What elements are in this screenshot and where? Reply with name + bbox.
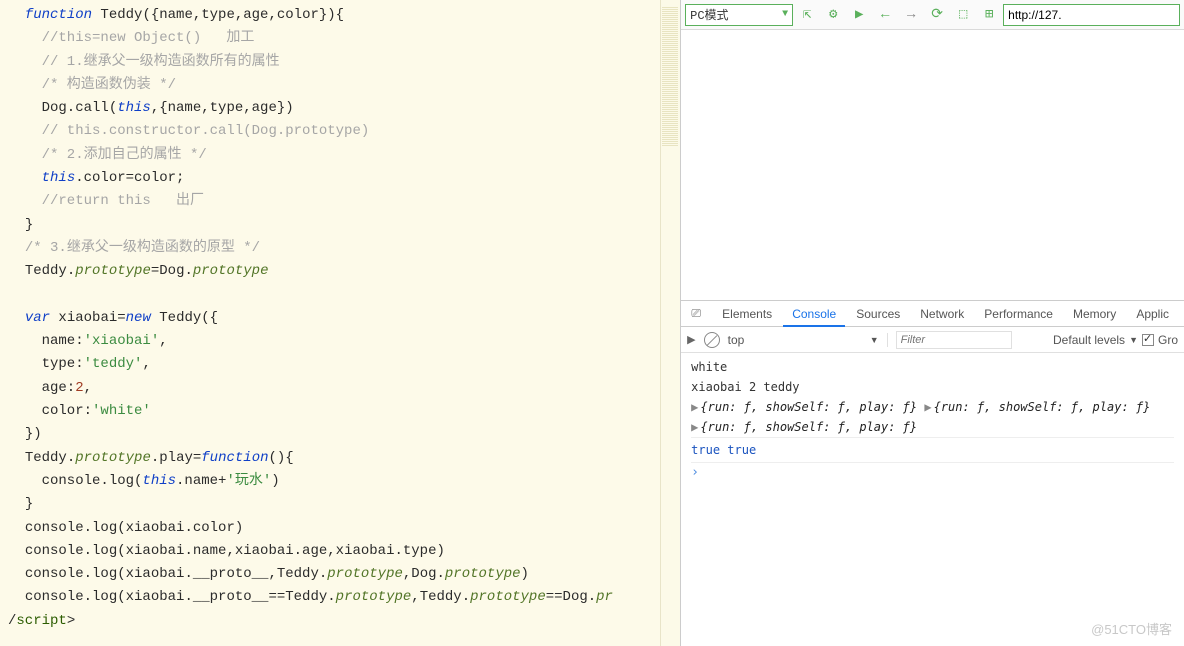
filter-input[interactable]: [896, 331, 1012, 349]
code-editor-pane: function Teddy({name,type,age,color}){ /…: [0, 0, 680, 646]
detach-icon[interactable]: ⇱: [795, 4, 819, 26]
console-line: ▶{run: ƒ, showSelf: ƒ, play: ƒ}: [691, 417, 1174, 437]
browser-toolbar: PC模式 ▼ ⇱ ⚙ ▶ ← → ⟳ ⬚ ⊞: [681, 0, 1184, 30]
gear-icon[interactable]: ⚙: [821, 4, 845, 26]
expand-icon: ▶: [691, 398, 698, 416]
inspect-icon[interactable]: ⎚: [687, 305, 705, 323]
play-icon[interactable]: ▶: [847, 4, 871, 26]
tab-application[interactable]: Applic: [1127, 301, 1178, 327]
lock-icon[interactable]: ⬚: [951, 4, 975, 26]
tab-console[interactable]: Console: [783, 301, 845, 327]
refresh-icon[interactable]: ⟳: [925, 4, 949, 26]
qr-icon[interactable]: ⊞: [977, 4, 1001, 26]
comment: /* 构造函数伪装 */: [8, 77, 176, 93]
devtools-tabs: ⎚ Elements Console Sources Network Perfo…: [681, 301, 1184, 327]
console-prompt[interactable]: ›: [691, 463, 1174, 483]
watermark: @51CTO博客: [1091, 619, 1172, 638]
comment: // this.constructor.call(Dog.prototype): [8, 123, 369, 139]
tab-performance[interactable]: Performance: [975, 301, 1062, 327]
back-icon[interactable]: ←: [873, 4, 897, 26]
comment: // 1.继承父一级构造函数所有的属性: [8, 54, 280, 70]
browser-preview[interactable]: [681, 30, 1184, 300]
log-levels[interactable]: Default levels ▼ Gro: [1053, 333, 1178, 347]
console-output[interactable]: white xiaobai 2 teddy ▶{run: ƒ, showSelf…: [681, 353, 1184, 646]
expand-icon: ▶: [691, 418, 698, 436]
context-selector[interactable]: top ▼: [728, 333, 888, 347]
code-area[interactable]: function Teddy({name,type,age,color}){ /…: [0, 0, 660, 646]
console-line: white: [691, 357, 1174, 377]
console-line: true true: [691, 437, 1174, 463]
tab-memory[interactable]: Memory: [1064, 301, 1125, 327]
browser-pane: PC模式 ▼ ⇱ ⚙ ▶ ← → ⟳ ⬚ ⊞ ⎚ Elements Consol…: [680, 0, 1184, 646]
console-line: ▶{run: ƒ, showSelf: ƒ, play: ƒ} ▶{run: ƒ…: [691, 397, 1174, 417]
comment: /* 3.继承父一级构造函数的原型 */: [25, 240, 260, 256]
chevron-down-icon: ▼: [782, 9, 788, 20]
mode-label: PC模式: [690, 6, 728, 23]
minimap[interactable]: [660, 0, 680, 646]
group-checkbox[interactable]: [1142, 334, 1154, 346]
forward-icon[interactable]: →: [899, 4, 923, 26]
comment: //return this 出厂: [8, 193, 204, 209]
devtools: ⎚ Elements Console Sources Network Perfo…: [681, 300, 1184, 646]
keyword-function: function: [25, 7, 92, 23]
play-icon[interactable]: ▶: [687, 333, 695, 346]
chevron-down-icon: ▼: [1129, 335, 1138, 345]
context-label: top: [728, 333, 745, 347]
console-line: xiaobai 2 teddy: [691, 377, 1174, 397]
tab-elements[interactable]: Elements: [713, 301, 781, 327]
mode-select[interactable]: PC模式 ▼: [685, 4, 793, 26]
expand-icon: ▶: [924, 398, 931, 416]
tab-sources[interactable]: Sources: [847, 301, 909, 327]
comment: /* 2.添加自己的属性 */: [8, 147, 207, 163]
tab-network[interactable]: Network: [911, 301, 973, 327]
comment: //this=new Object() 加工: [8, 30, 254, 46]
url-input[interactable]: [1003, 4, 1180, 26]
chevron-down-icon: ▼: [870, 335, 879, 345]
clear-console-icon[interactable]: [704, 332, 720, 348]
console-toolbar: ▶ top ▼ Default levels ▼ Gro: [681, 327, 1184, 353]
